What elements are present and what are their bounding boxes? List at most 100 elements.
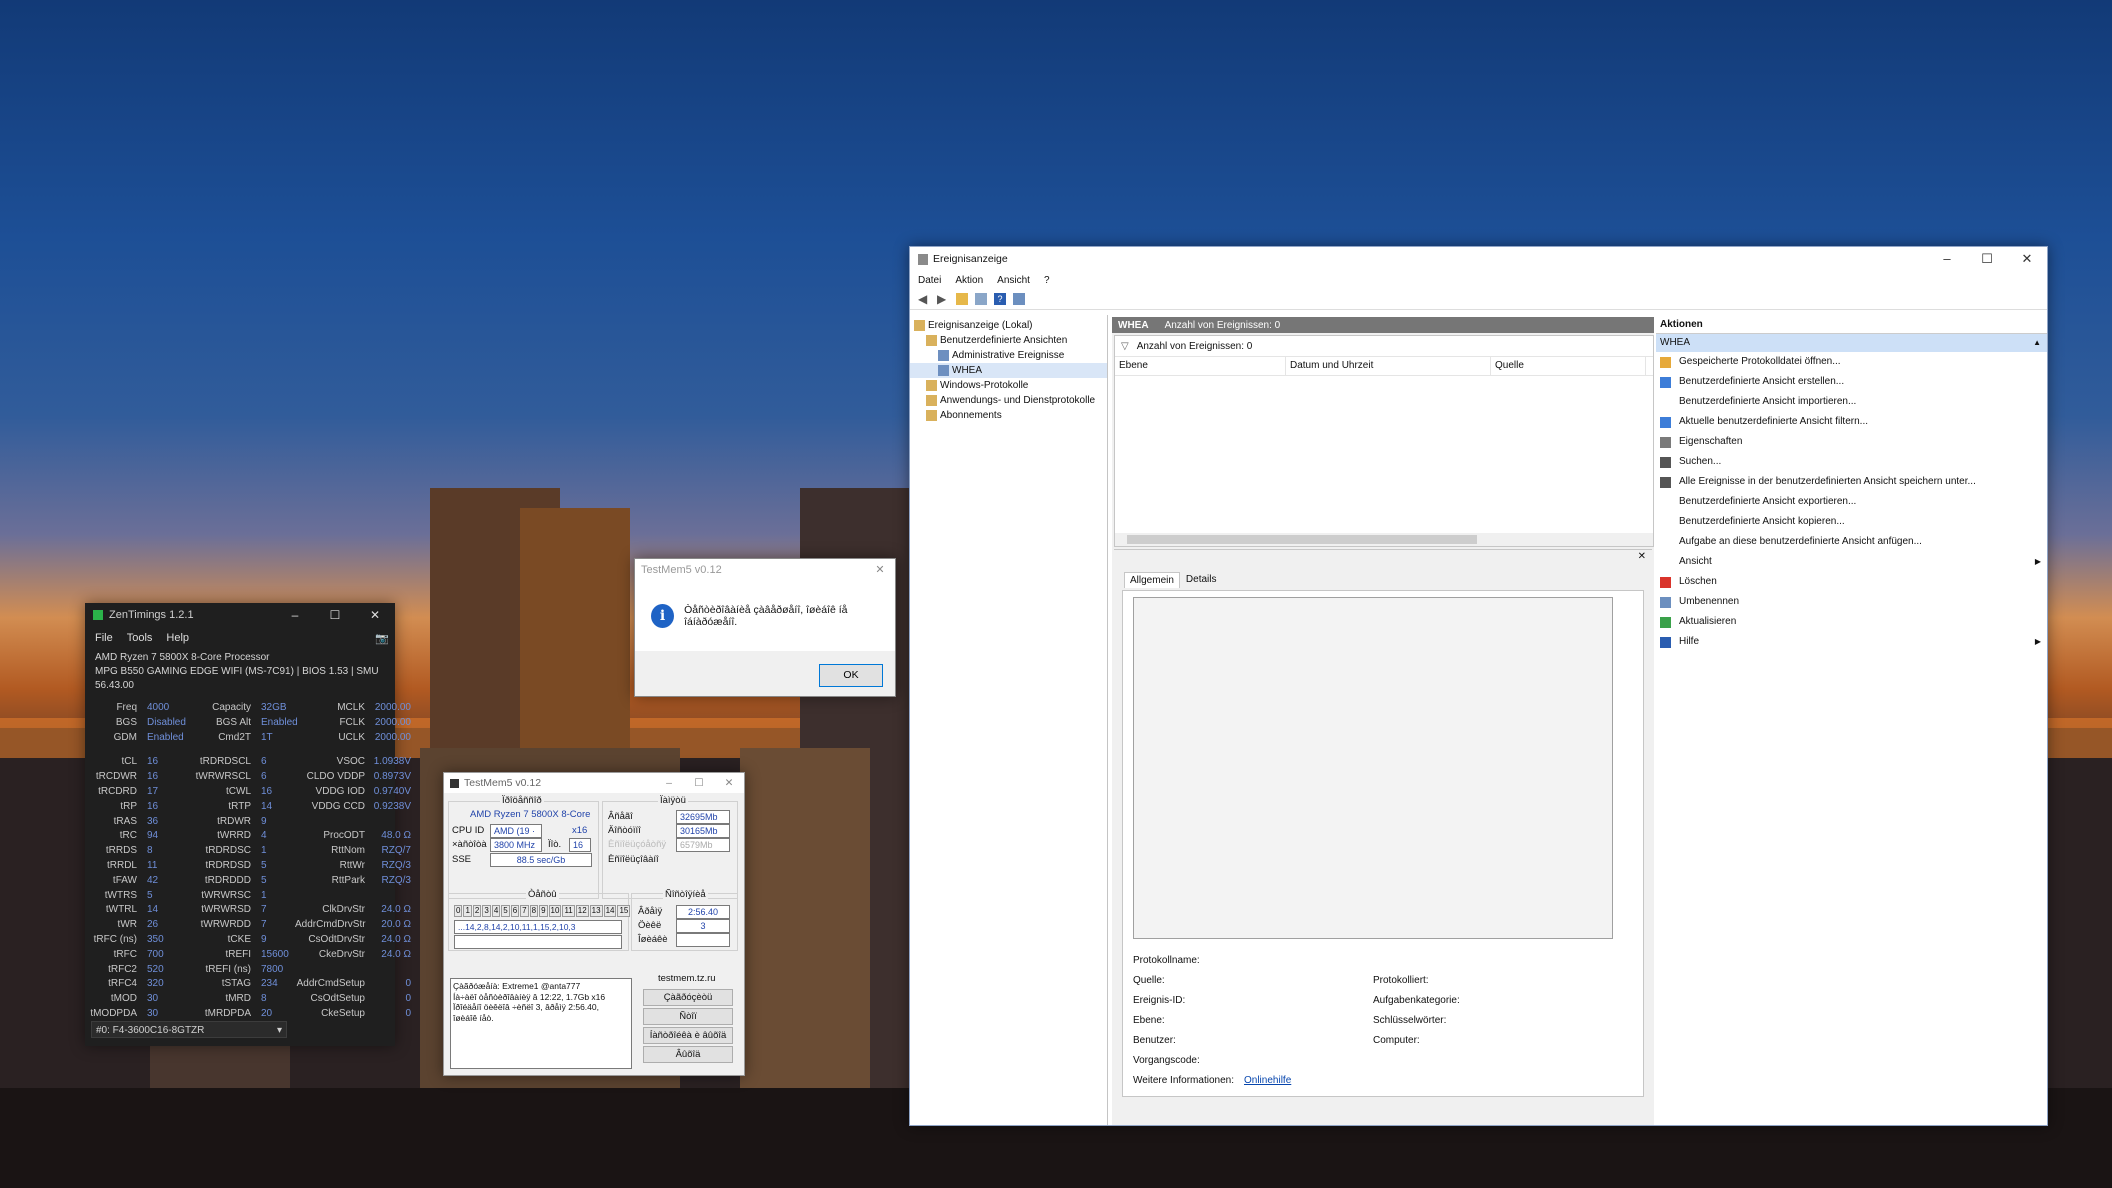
tab-details[interactable]: Details [1182,572,1221,588]
column-ebene[interactable]: Ebene [1115,357,1286,375]
action-label: Hilfe [1679,636,1700,647]
exit-button[interactable]: Âûõîä [643,1046,733,1063]
action-item[interactable]: Benutzerdefinierte Ansicht exportieren..… [1656,492,2047,512]
tree-item[interactable]: WHEA [910,363,1107,378]
close-button[interactable]: ✕ [714,773,744,793]
actions-pane: Aktionen WHEA ▲ Gespeicherte Protokollda… [1656,317,2047,1125]
timing-label: CLDO VDDP [306,771,365,783]
timing-label: tRC [119,830,137,842]
maximize-button[interactable]: ☐ [1967,251,2007,267]
timing-value: 24.0 Ω [381,933,411,945]
menu-aktion[interactable]: Aktion [955,275,983,286]
action-icon [1660,556,1671,568]
action-item[interactable]: Alle Ereignisse in der benutzerdefiniert… [1656,472,2047,492]
action-item[interactable]: Benutzerdefinierte Ansicht importieren..… [1656,392,2047,412]
detail-label: Ebene: [1133,1015,1165,1026]
tree-item[interactable]: Benutzerdefinierte Ansichten [910,333,1107,348]
load-button[interactable]: Çàãðóçèòü [643,989,733,1006]
actions-section-whea[interactable]: WHEA ▲ [1656,334,2047,352]
timing-value: 32GB [261,702,287,713]
timing-value: 16 [261,785,273,797]
close-button[interactable]: ✕ [355,608,395,622]
action-item[interactable]: Hilfe ▶ [1656,632,2047,652]
menu-tools[interactable]: Tools [127,632,153,644]
camera-icon[interactable]: 📷 [375,632,389,645]
timing-value: 42 [147,874,159,886]
time-field: 2:56.40 [676,905,730,919]
memory-profile-select[interactable]: #0: F4-3600C16-8GTZR ▾ [91,1021,287,1038]
tree-item[interactable]: Windows-Protokolle [910,378,1107,393]
folder-up-icon[interactable] [956,293,968,305]
minimize-button[interactable]: – [1927,251,1967,267]
stop-button[interactable]: Ñòîï [643,1008,733,1025]
ok-button[interactable]: OK [819,664,883,687]
timing-value: 6 [261,771,267,783]
minimize-button[interactable]: – [654,773,684,793]
minimize-button[interactable]: – [275,608,315,622]
action-pane-icon[interactable] [1013,293,1025,305]
settings-exit-button[interactable]: Íàñòðîéêà è âûõîä [643,1027,733,1044]
close-detail-icon[interactable]: ✕ [1638,551,1646,562]
timing-label: tWTRS [104,889,137,901]
zentimings-window: ZenTimings 1.2.1 – ☐ ✕ File Tools Help 📷… [85,603,411,1046]
horizontal-scrollbar[interactable] [1115,533,1653,546]
tree-item[interactable]: Administrative Ereignisse [910,348,1107,363]
timing-value: 8 [261,993,267,1005]
console-tree: Ereignisanzeige (Lokal) Benutzerdefiniert… [910,315,1108,1125]
column-quelle[interactable]: Quelle [1491,357,1646,375]
cycle-field: 3 [676,919,730,933]
maximize-button[interactable]: ☐ [684,773,714,793]
timing-label: tWRWRDD [200,919,251,931]
tree-item[interactable]: Ereignisanzeige (Lokal) [910,318,1107,333]
action-label: Benutzerdefinierte Ansicht importieren..… [1679,396,1857,407]
forward-arrow-icon[interactable]: ▶ [937,293,949,305]
timing-label: tREFI (ns) [205,963,251,975]
menu-ansicht[interactable]: Ansicht [997,275,1030,286]
tree-item[interactable]: Abonnements [910,408,1107,423]
menu-help[interactable]: Help [166,632,189,644]
menu-file[interactable]: File [95,632,113,644]
maximize-button[interactable]: ☐ [315,608,355,622]
menu-datei[interactable]: Datei [918,275,941,286]
tab-allgemein[interactable]: Allgemein [1124,572,1180,588]
action-item[interactable]: Aufgabe an diese benutzerdefinierte Ansi… [1656,532,2047,552]
timing-label: tWTRL [105,904,137,916]
timing-value: 0.9238V [373,800,411,812]
menu-help[interactable]: ? [1044,275,1050,286]
action-item[interactable]: Aktuelle benutzerdefinierte Ansicht filt… [1656,412,2047,432]
sse-field: 88.5 sec/Gb [490,853,592,867]
timing-label: tWRWRSD [201,904,251,916]
action-item[interactable]: Ansicht ▶ [1656,552,2047,572]
timing-value: 9 [261,815,267,827]
action-item[interactable]: Benutzerdefinierte Ansicht kopieren... [1656,512,2047,532]
timing-value: 17 [147,785,159,797]
dialog-close-button[interactable]: ✕ [865,559,895,581]
log-textarea[interactable]: Çàãðóæåíà: Extreme1 @anta777 Íà÷àëî òåñò… [450,978,632,1069]
online-help-link[interactable]: Onlinehilfe [1244,1071,1291,1091]
event-description-box[interactable] [1133,597,1613,939]
timing-value: 15600 [261,948,289,960]
help-icon[interactable]: ? [994,293,1006,305]
site-link[interactable]: testmem.tz.ru [658,973,716,984]
tree-item[interactable]: Anwendungs- und Dienstprotokolle [910,393,1107,408]
console-tree-icon[interactable] [975,293,987,305]
timing-label: RttWr [339,859,365,871]
action-item[interactable]: Aktualisieren [1656,612,2047,632]
action-item[interactable]: Suchen... [1656,452,2047,472]
action-item[interactable]: Eigenschaften [1656,432,2047,452]
detail-label: Weitere Informationen: [1133,1075,1234,1086]
scrollbar-thumb[interactable] [1127,535,1477,544]
timing-label: Cmd2T [218,731,251,743]
timing-value: RZQ/3 [381,874,411,886]
detail-label: Computer: [1373,1035,1420,1046]
submenu-arrow-icon: ▶ [2034,557,2041,566]
back-arrow-icon[interactable]: ◀ [918,293,930,305]
action-item[interactable]: Löschen [1656,572,2047,592]
action-item[interactable]: Gespeicherte Protokolldatei öffnen... [1656,352,2047,372]
action-item[interactable]: Umbenennen [1656,592,2047,612]
close-button[interactable]: ✕ [2007,251,2047,267]
column-datum[interactable]: Datum und Uhrzeit [1286,357,1491,375]
action-item[interactable]: Benutzerdefinierte Ansicht erstellen... [1656,372,2047,392]
timing-label [295,815,365,830]
timing-label [295,963,365,978]
